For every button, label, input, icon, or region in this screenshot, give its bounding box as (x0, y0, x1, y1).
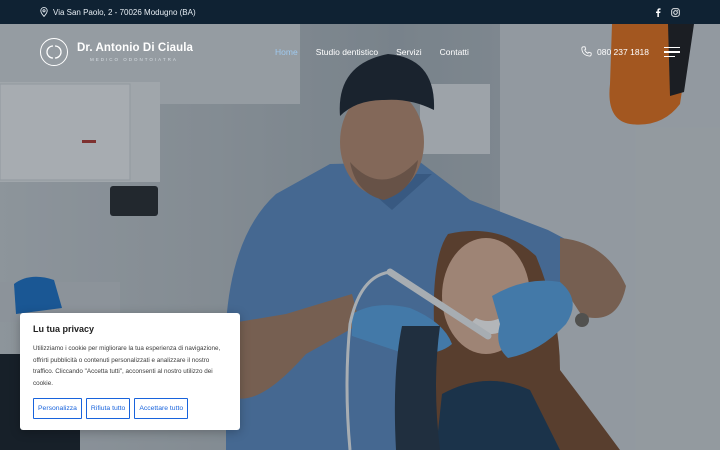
phone-link[interactable]: 080 237 1818 (581, 45, 649, 59)
social-links (655, 7, 680, 17)
reject-all-button[interactable]: Rifiuta tutto (85, 398, 131, 419)
hamburger-menu-icon[interactable] (664, 47, 680, 57)
cookie-consent-banner: Lu tua privacy Utilizziamo i cookie per … (20, 313, 240, 430)
nav-contatti[interactable]: Contatti (440, 47, 469, 57)
cookie-title: Lu tua privacy (33, 324, 95, 334)
phone-icon (581, 45, 592, 59)
instagram-icon[interactable] (671, 7, 680, 17)
main-header: Dr. Antonio Di Ciaula MEDICO ODONTOIATRA… (0, 24, 720, 80)
accept-all-button[interactable]: Accettare tutto (134, 398, 189, 419)
site-logo[interactable]: Dr. Antonio Di Ciaula MEDICO ODONTOIATRA (40, 38, 193, 66)
address-text: Via San Paolo, 2 - 70026 Modugno (BA) (53, 7, 196, 17)
facebook-icon[interactable] (655, 7, 661, 17)
logo-name: Dr. Antonio Di Ciaula (77, 42, 194, 54)
customize-button[interactable]: Personalizza (33, 398, 82, 419)
logo-subtitle: MEDICO ODONTOIATRA (90, 57, 178, 62)
nav-servizi[interactable]: Servizi (396, 47, 422, 57)
logo-mark-icon (40, 38, 68, 66)
phone-number: 080 237 1818 (597, 47, 649, 57)
cookie-description: Utilizziamo i cookie per migliorare la t… (33, 345, 221, 388)
top-bar: Via San Paolo, 2 - 70026 Modugno (BA) (0, 0, 720, 24)
nav-studio-dentistico[interactable]: Studio dentistico (316, 47, 378, 57)
main-menu: Home Studio dentistico Servizi Contatti (275, 47, 469, 57)
map-pin-icon (40, 7, 48, 17)
nav-home[interactable]: Home (275, 47, 298, 57)
address: Via San Paolo, 2 - 70026 Modugno (BA) (40, 7, 196, 17)
